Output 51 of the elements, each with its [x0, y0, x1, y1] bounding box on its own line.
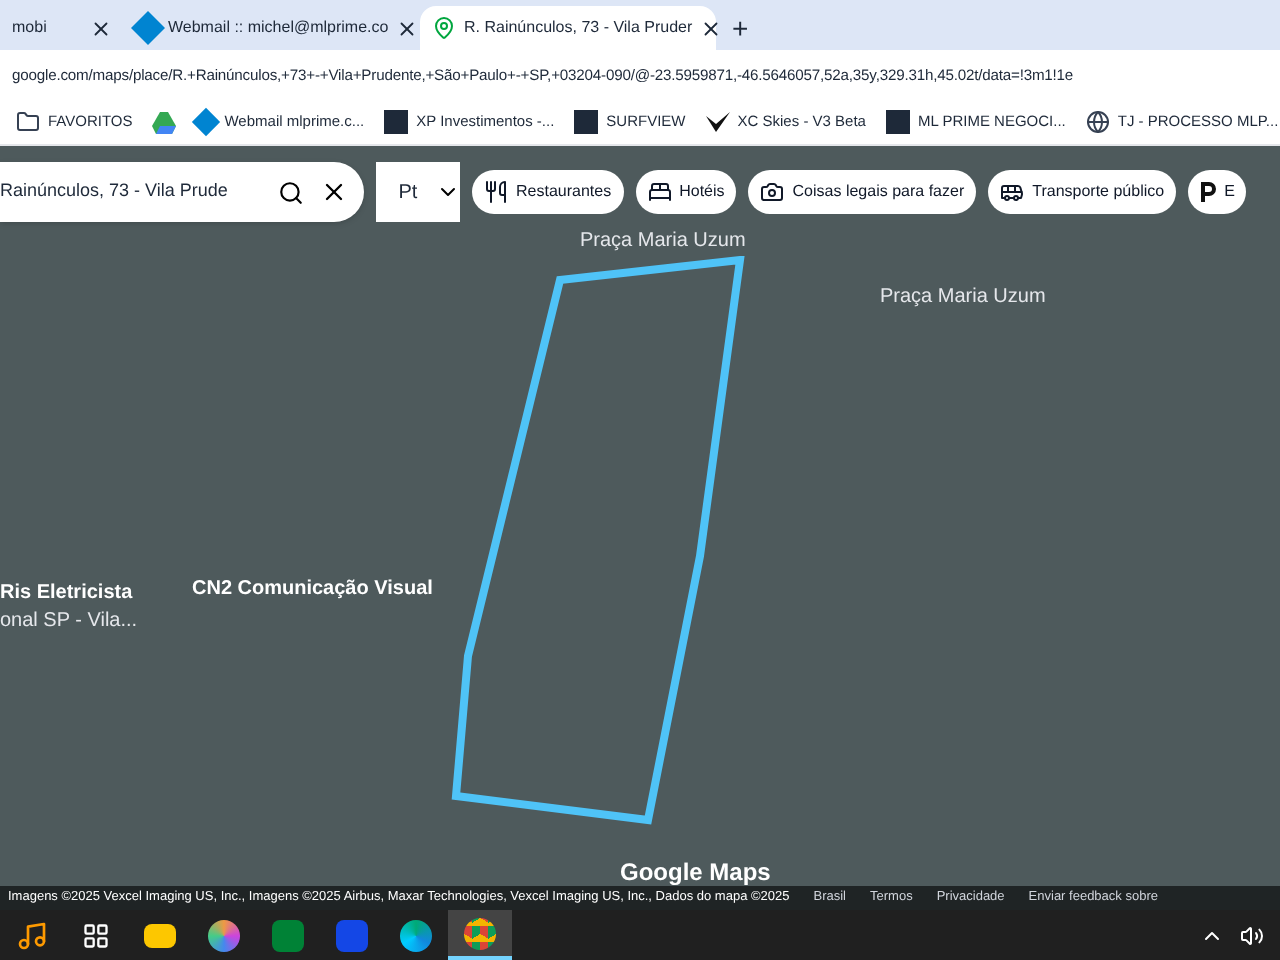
tab-title: mobi: [12, 16, 49, 40]
category-chip[interactable]: Transporte público: [988, 170, 1177, 214]
parking-icon: [1200, 182, 1217, 202]
category-chip[interactable]: Restaurantes: [472, 170, 624, 214]
folder-icon: [16, 110, 40, 134]
google-maps-logo: Google Maps: [620, 856, 771, 890]
street-label: Praça Maria Uzum: [880, 284, 1046, 312]
satellite-map[interactable]: [0, 146, 1280, 910]
browser-tab[interactable]: mobi: [0, 6, 124, 50]
category-chip[interactable]: E: [1188, 170, 1247, 214]
browser-icon: [400, 919, 432, 951]
category-chip[interactable]: Coisas legais para fazer: [748, 170, 977, 214]
browser-tab[interactable]: R. Rainúnculos, 73 - Vila Pruder: [420, 6, 716, 50]
close-icon[interactable]: [90, 17, 112, 39]
photos-icon: [208, 919, 240, 951]
place-label[interactable]: Ris Eletricista: [0, 578, 133, 608]
taskbar-button[interactable]: [448, 910, 512, 960]
spreadsheet-icon: [272, 919, 304, 951]
music-icon: [16, 919, 48, 951]
map-pin-icon: [432, 16, 456, 40]
category-chip[interactable]: Hotéis: [635, 170, 737, 214]
browser-tab[interactable]: Webmail :: michel@mlprime.co: [124, 6, 420, 50]
caret-icon[interactable]: [436, 162, 460, 222]
street-label: Praça Maria Uzum: [580, 228, 746, 256]
square-icon: [574, 110, 599, 134]
camera-icon: [760, 180, 785, 204]
folder-icon: [144, 923, 176, 947]
square-icon: [885, 110, 910, 134]
square-icon: [384, 110, 409, 134]
tab-title: R. Rainúnculos, 73 - Vila Pruder: [464, 16, 693, 40]
new-tab-button[interactable]: +: [716, 6, 765, 50]
globe-icon: [1085, 110, 1110, 134]
bird-icon: [705, 112, 730, 132]
search-field[interactable]: Rainúnculos, 73 - Vila Prude: [0, 162, 364, 222]
triangle-icon: [152, 111, 177, 133]
layer-button[interactable]: Pt: [376, 162, 440, 222]
place-label[interactable]: CN2 Comunicação Visual: [192, 574, 433, 604]
task-view-icon: [82, 921, 110, 949]
bus-icon: [1000, 180, 1025, 204]
tab-title: Webmail :: michel@mlprime.co: [168, 16, 389, 40]
speaker-icon[interactable]: [1240, 923, 1264, 947]
close-icon[interactable]: [320, 178, 348, 206]
document-icon: [336, 919, 368, 951]
chrome-icon: [464, 917, 496, 949]
close-icon[interactable]: [700, 17, 723, 39]
street-label: onal SP - Vila...: [0, 608, 138, 636]
fork-knife-icon: [484, 180, 508, 204]
bed-icon: [647, 180, 672, 204]
bookmark[interactable]: [152, 111, 177, 133]
search-icon[interactable]: [278, 179, 304, 205]
close-icon[interactable]: [396, 17, 419, 39]
